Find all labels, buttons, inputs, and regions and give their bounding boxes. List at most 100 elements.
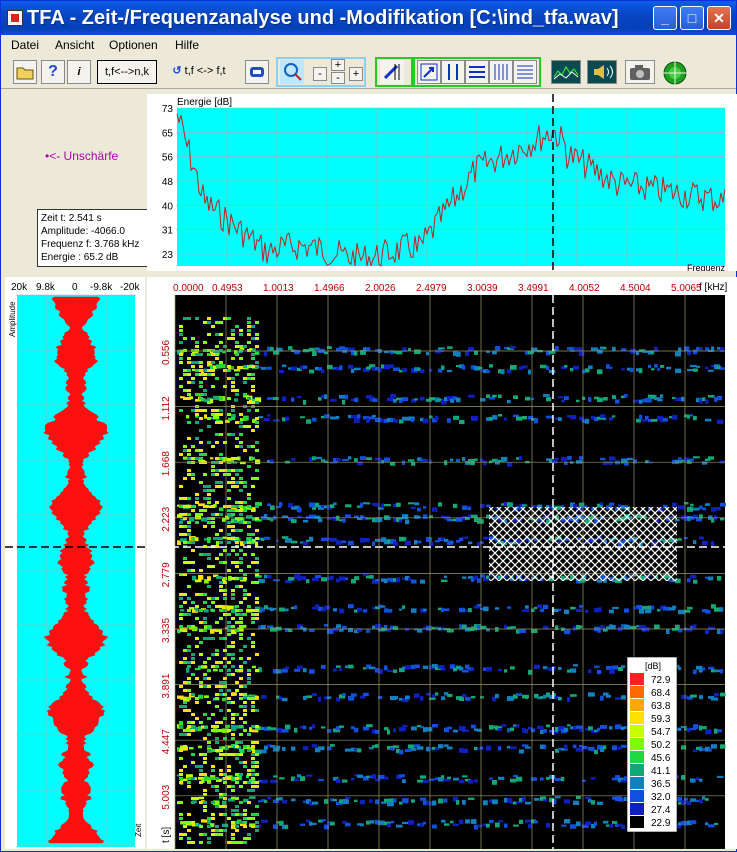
selection-region[interactable] — [489, 507, 677, 581]
maximize-button[interactable]: □ — [680, 6, 704, 30]
spectrogram-cell — [462, 799, 466, 805]
spectrogram-cell — [219, 513, 223, 516]
spectrogram-cell — [594, 821, 598, 826]
help-icon[interactable]: ? — [41, 60, 65, 84]
spectrogram-cell — [255, 477, 259, 480]
spectrogram-cell — [239, 601, 243, 604]
spectrogram-cell — [231, 645, 235, 648]
spectrogram-cell — [213, 536, 220, 540]
spectrogram-cell — [414, 398, 418, 401]
spectrogram-cell — [453, 503, 458, 509]
camera-icon[interactable] — [625, 60, 655, 84]
spectrogram-cell — [239, 801, 243, 804]
spectrogram-cell — [345, 504, 352, 508]
multi-horizontal-lines-icon[interactable] — [513, 60, 537, 84]
spectrogram-cell — [342, 799, 349, 805]
app-icon[interactable] — [7, 10, 23, 26]
spectrogram-cell — [199, 513, 203, 516]
colorbar-title: [dB] — [645, 661, 661, 671]
spectrogram-cell — [402, 397, 409, 402]
spectrogram-cell — [235, 529, 239, 532]
menu-ansicht[interactable]: Ansicht — [55, 38, 94, 52]
minimize-button[interactable]: _ — [653, 6, 677, 30]
zoom-in-button[interactable]: + — [349, 67, 363, 81]
spectrogram-cell — [247, 781, 251, 784]
zoom-out-button[interactable]: - — [313, 67, 327, 81]
spectrogram-cell — [483, 460, 487, 466]
spectrogram-cell — [315, 366, 319, 371]
spectrogram-cell — [227, 489, 231, 492]
multi-vertical-lines-icon[interactable] — [489, 60, 513, 84]
spectrogram-cell — [239, 549, 243, 552]
spectrogram-cell — [251, 777, 255, 780]
energy-spectrum-panel[interactable]: 73 65 56 48 40 31 23 Energie [dB] Frequenz — [147, 94, 737, 273]
waveform-svg[interactable]: 20k 9.8k 0 -9.8k -20k Amplitude Zeit — [5, 277, 145, 849]
spectrogram-cell — [375, 729, 380, 734]
spectrogram-cell — [681, 745, 687, 750]
spectrogram-cell — [456, 397, 461, 403]
vertical-lines-icon[interactable] — [441, 60, 465, 84]
spectrogram-cell — [219, 581, 223, 584]
cursor-tool-icon[interactable] — [380, 60, 404, 84]
spectrogram-cell — [187, 521, 191, 524]
menu-optionen[interactable]: Optionen — [109, 38, 158, 52]
spectrogram-view-icon[interactable] — [551, 60, 581, 84]
spectrogram-cell — [187, 781, 191, 784]
spectrogram-cell — [576, 608, 583, 613]
spectrogram-cell — [199, 841, 203, 844]
spectrogram-cell — [639, 608, 645, 614]
menu-datei[interactable]: Datei — [11, 38, 39, 52]
spectrogram-cell — [384, 504, 391, 507]
select-arrow-icon[interactable] — [417, 60, 441, 84]
spectrogram-cell — [255, 561, 259, 564]
spectrogram-cell — [306, 774, 313, 777]
spectrogram-cell — [411, 748, 417, 751]
spectrogram-cell — [247, 637, 251, 640]
horizontal-lines-icon[interactable] — [465, 60, 489, 84]
spectrogram-svg[interactable]: 0.0000 0.4953 1.0013 1.4966 2.0026 2.4979 3.00… — [147, 277, 737, 849]
info-icon[interactable]: i — [67, 60, 91, 84]
spectrogram-cell — [447, 418, 451, 423]
spectrogram-cell — [187, 633, 191, 636]
energy-spectrum-svg[interactable]: 73655648403123 Energie [dB] Frequenz — [147, 94, 737, 273]
spectrogram-cell — [235, 669, 239, 672]
spectrogram-cell — [215, 757, 219, 760]
spectrogram-cell — [351, 368, 355, 374]
waveform-panel[interactable]: 20k 9.8k 0 -9.8k -20k Amplitude Zeit — [5, 277, 145, 849]
spectrogram-cell — [211, 765, 215, 768]
spectrogram-cell — [203, 677, 207, 680]
transform-button[interactable]: t,f<-->n,k — [97, 60, 157, 84]
spectrogram-cell — [261, 367, 267, 370]
spectrogram-cell — [243, 541, 247, 544]
playback-icon[interactable] — [245, 60, 269, 84]
close-button[interactable]: ✕ — [707, 6, 731, 30]
spectrogram-cell — [207, 745, 211, 748]
spectrogram-cell — [357, 774, 363, 778]
spectrogram-cell — [465, 351, 469, 356]
open-folder-icon[interactable] — [13, 60, 37, 84]
spectrogram-cell — [465, 697, 471, 701]
spectrogram-cell — [231, 617, 235, 620]
swap-axes-button[interactable]: ↺ t,f <-> f,t — [161, 60, 237, 84]
target-icon[interactable] — [659, 60, 691, 86]
menu-hilfe[interactable]: Hilfe — [175, 38, 199, 52]
spectrogram-cell — [231, 469, 235, 472]
spectrogram-cell — [239, 841, 243, 844]
spectrogram-cell — [690, 458, 694, 462]
magnifier-icon[interactable] — [280, 60, 304, 84]
spectrogram-cell — [187, 829, 191, 832]
spectrogram-cell — [227, 513, 231, 516]
spectrogram-cell — [191, 337, 195, 340]
spectrogram-cell — [336, 665, 341, 668]
spectrogram-cell — [303, 399, 307, 405]
spectrogram-panel[interactable]: 0.0000 0.4953 1.0013 1.4966 2.0026 2.4979 3.00… — [147, 277, 737, 849]
zoom-out-vertical-button[interactable]: - — [331, 72, 345, 84]
spectrogram-cell — [183, 733, 187, 736]
spectrogram-cell — [235, 757, 239, 760]
spectrogram-cell — [498, 746, 502, 751]
zoom-in-vertical-button[interactable]: + — [331, 59, 345, 71]
spectrogram-cell — [498, 820, 503, 823]
title-bar[interactable]: TFA - Zeit-/Frequenzanalyse und -Modifik… — [1, 1, 736, 35]
speaker-icon[interactable] — [587, 60, 617, 84]
spectrogram-cell — [342, 518, 346, 523]
